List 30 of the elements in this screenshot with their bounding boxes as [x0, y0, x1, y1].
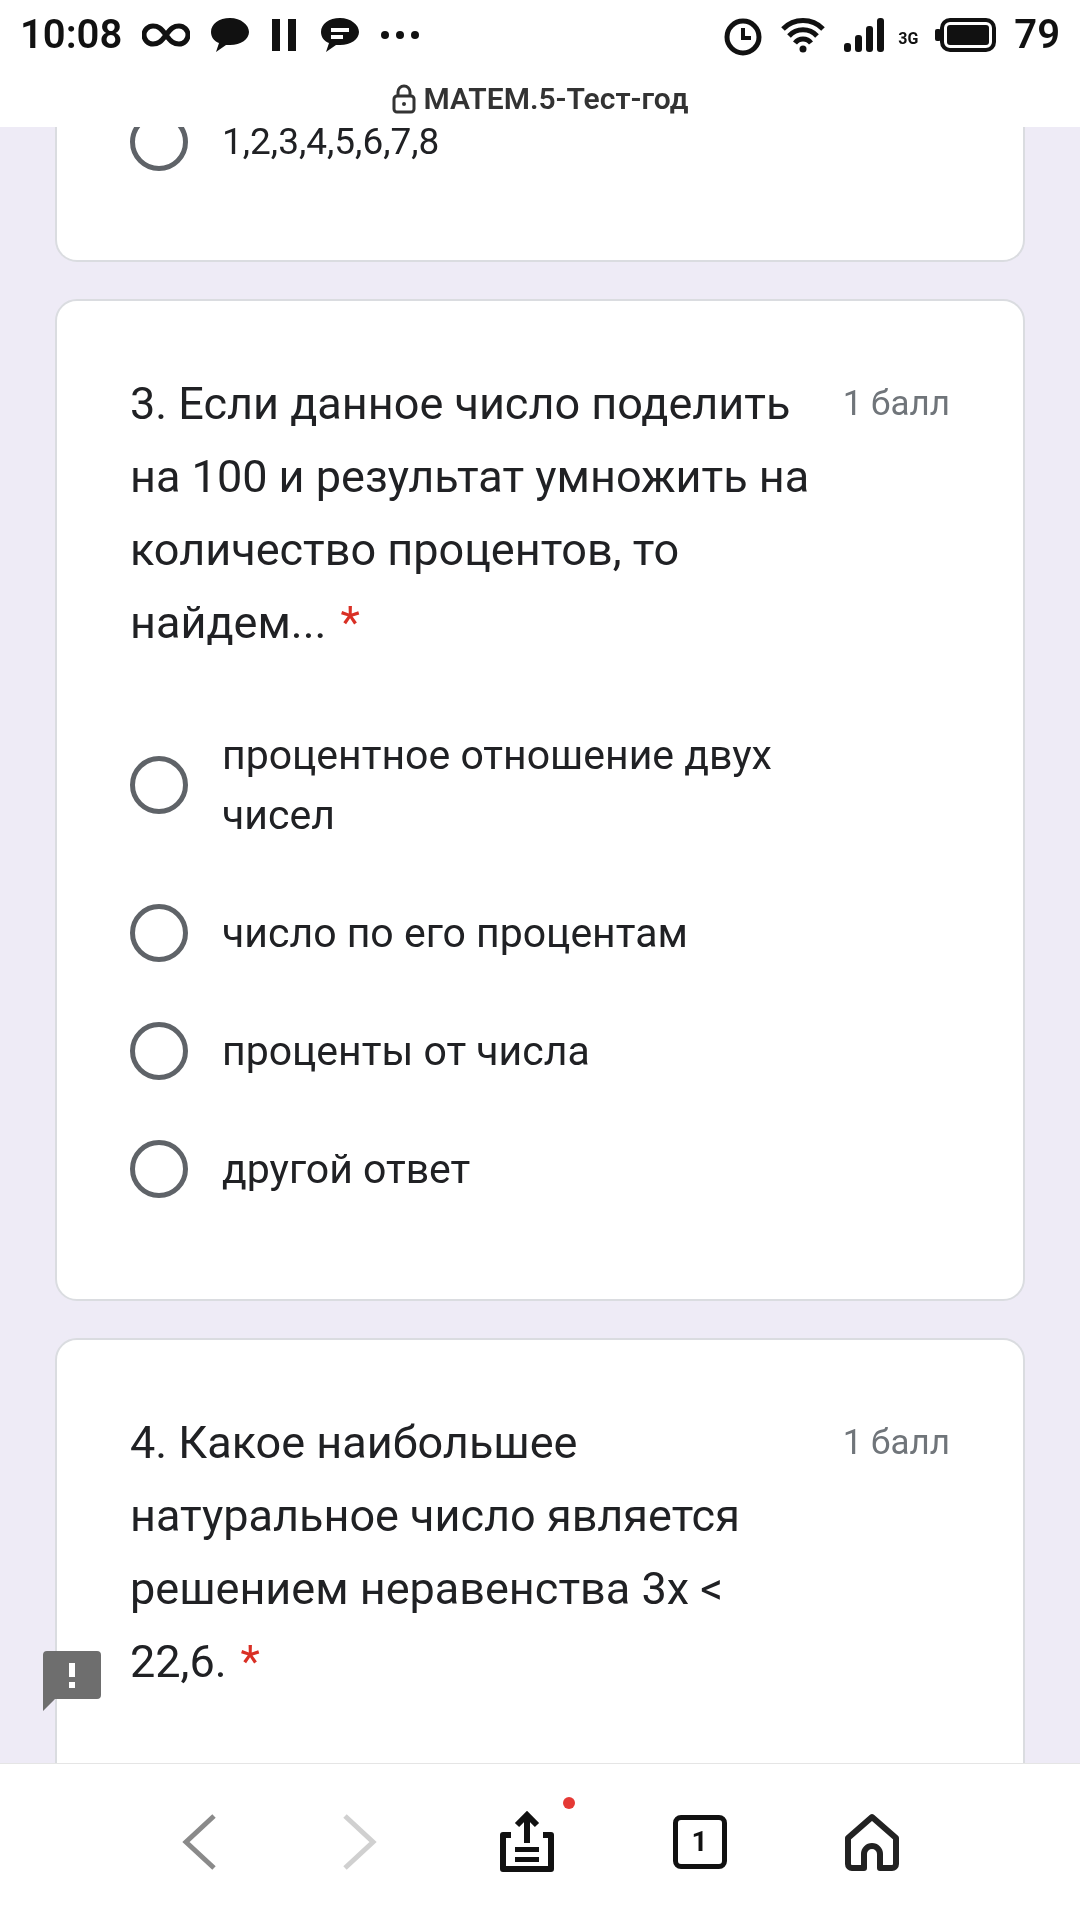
question-title: 3. Если данное число поделить на 100 и результат умножить на количество процентов, то найдем... *	[130, 376, 811, 651]
option-label: процентное отношение двух чисел	[222, 730, 773, 841]
option-label: число по его процентам	[222, 908, 688, 959]
battery-icon	[934, 18, 999, 52]
required-mark: *	[240, 1635, 260, 1688]
lock-icon	[391, 83, 416, 114]
feedback-icon[interactable]	[41, 1649, 103, 1713]
required-mark: *	[340, 596, 360, 649]
more-icon	[380, 30, 421, 40]
option-label: 1,2,3,4,5,6,7,8	[222, 127, 440, 164]
points-label: 1 балл	[842, 382, 950, 426]
option-label: другой ответ	[222, 1144, 471, 1195]
network-type: 3G	[898, 28, 919, 50]
points-label: 1 балл	[842, 1421, 950, 1465]
option-label: проценты от числа	[222, 1026, 590, 1077]
status-time: 10:08	[20, 10, 123, 60]
battery-level: 79	[1014, 10, 1060, 60]
wifi-icon	[780, 17, 827, 53]
radio-button[interactable]	[130, 1022, 188, 1080]
tabs-button[interactable]: 1	[672, 1815, 727, 1869]
page-title: МАТЕМ.5-Тест-год	[423, 80, 689, 118]
radio-button[interactable]	[130, 127, 188, 171]
radio-button[interactable]	[130, 756, 188, 814]
radio-button[interactable]	[130, 1140, 188, 1198]
share-icon[interactable]	[497, 1811, 557, 1873]
message-icon	[320, 16, 361, 54]
question-title: 4. Какое наибольшее натуральное число является решением неравенства 3x < 22,6. *	[130, 1415, 741, 1690]
infinity-icon	[142, 21, 191, 49]
radio-button[interactable]	[130, 904, 188, 962]
chat-bubble-icon	[210, 16, 251, 54]
